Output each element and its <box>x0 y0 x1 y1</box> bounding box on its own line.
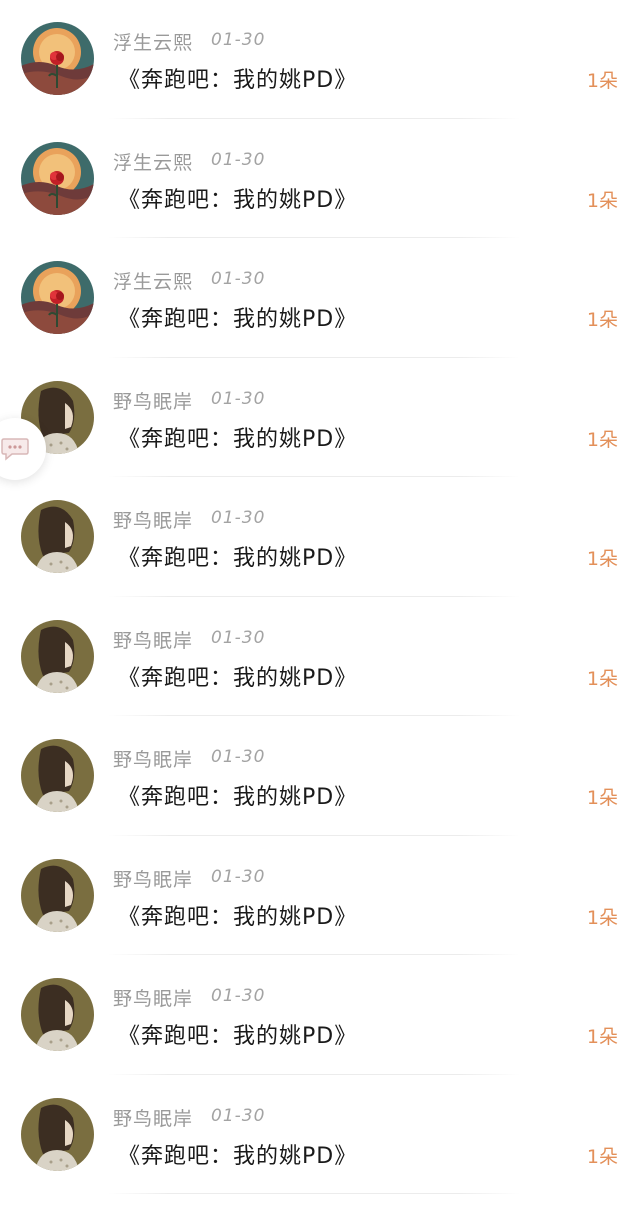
rose-moon-icon <box>21 261 94 334</box>
chat-bubble-icon <box>1 438 29 461</box>
divider <box>108 954 520 955</box>
list-item[interactable]: 野鸟眠岸 01-30 《奔跑吧：我的姚PD》 1朵 <box>0 359 640 479</box>
timestamp: 01-30 <box>211 1105 266 1126</box>
flower-count: 1朵 <box>586 1026 618 1048</box>
girl-profile-icon <box>21 739 94 812</box>
girl-profile-icon <box>21 619 94 693</box>
timestamp: 01-30 <box>211 627 266 648</box>
girl-profile-icon <box>21 858 94 932</box>
timestamp: 01-30 <box>211 269 266 289</box>
list-item[interactable]: 野鸟眠岸 01-30 《奔跑吧：我的姚PD》 1朵 <box>0 956 640 1076</box>
avatar[interactable] <box>21 22 94 95</box>
avatar[interactable] <box>21 1097 94 1171</box>
divider <box>108 715 520 716</box>
divider <box>108 1193 520 1194</box>
username[interactable]: 野鸟眠岸 <box>113 1104 193 1131</box>
username[interactable]: 浮生云熙 <box>113 267 193 294</box>
girl-profile-icon <box>21 1097 94 1171</box>
comment-text: 《奔跑吧：我的姚PD》 <box>118 187 358 213</box>
username[interactable]: 野鸟眠岸 <box>113 984 193 1011</box>
list-item[interactable]: 浮生云熙 01-30 《奔跑吧：我的姚PD》 1朵 <box>0 239 640 359</box>
list-item[interactable]: 野鸟眠岸 01-30 《奔跑吧：我的姚PD》 1朵 <box>0 717 640 837</box>
comment-text: 《奔跑吧：我的姚PD》 <box>118 1143 358 1169</box>
comment-text: 《奔跑吧：我的姚PD》 <box>118 307 358 332</box>
comment-text: 《奔跑吧：我的姚PD》 <box>118 785 358 810</box>
username[interactable]: 野鸟眠岸 <box>113 387 193 414</box>
list-item[interactable]: 野鸟眠岸 01-30 《奔跑吧：我的姚PD》 1朵 <box>0 598 640 718</box>
comment-list: 浮生云熙 01-30 《奔跑吧：我的姚PD》 1朵 浮生云熙 01-30 《奔跑… <box>0 0 640 1195</box>
comment-text: 《奔跑吧：我的姚PD》 <box>118 1024 358 1049</box>
comment-text: 《奔跑吧：我的姚PD》 <box>118 68 358 93</box>
avatar[interactable] <box>21 858 94 932</box>
divider <box>108 476 520 477</box>
comment-text: 《奔跑吧：我的姚PD》 <box>118 904 358 930</box>
flower-count: 1朵 <box>586 787 618 809</box>
timestamp: 01-30 <box>211 747 266 767</box>
divider <box>108 1073 520 1075</box>
girl-profile-icon <box>21 500 94 573</box>
divider <box>108 117 520 119</box>
flower-count: 1朵 <box>586 1145 618 1168</box>
divider <box>108 237 520 238</box>
divider <box>108 595 520 597</box>
username[interactable]: 野鸟眠岸 <box>113 506 193 533</box>
rose-moon-icon <box>21 22 94 95</box>
username[interactable]: 浮生云熙 <box>113 148 193 175</box>
username[interactable]: 野鸟眠岸 <box>113 865 193 892</box>
divider <box>108 834 520 836</box>
flower-count: 1朵 <box>586 667 618 690</box>
timestamp: 01-30 <box>211 388 266 409</box>
comment-text: 《奔跑吧：我的姚PD》 <box>118 665 358 691</box>
list-item[interactable]: 野鸟眠岸 01-30 《奔跑吧：我的姚PD》 1朵 <box>0 1076 640 1196</box>
timestamp: 01-30 <box>211 30 266 50</box>
username[interactable]: 浮生云熙 <box>113 28 193 55</box>
list-item[interactable]: 浮生云熙 01-30 《奔跑吧：我的姚PD》 1朵 <box>0 120 640 240</box>
avatar[interactable] <box>21 141 94 215</box>
comment-text: 《奔跑吧：我的姚PD》 <box>118 546 358 571</box>
avatar[interactable] <box>21 739 94 812</box>
girl-profile-icon <box>21 978 94 1051</box>
flower-count: 1朵 <box>586 548 618 570</box>
username[interactable]: 野鸟眠岸 <box>113 745 193 772</box>
rose-moon-icon <box>21 141 94 215</box>
divider <box>108 356 520 358</box>
flower-count: 1朵 <box>586 70 618 92</box>
avatar[interactable] <box>21 978 94 1051</box>
avatar[interactable] <box>21 261 94 334</box>
flower-count: 1朵 <box>586 309 618 331</box>
timestamp: 01-30 <box>211 986 266 1006</box>
flower-count: 1朵 <box>586 189 618 212</box>
flower-count: 1朵 <box>586 428 618 451</box>
timestamp: 01-30 <box>211 508 266 528</box>
comment-text: 《奔跑吧：我的姚PD》 <box>118 426 358 452</box>
flower-count: 1朵 <box>586 906 618 929</box>
list-item[interactable]: 野鸟眠岸 01-30 《奔跑吧：我的姚PD》 1朵 <box>0 478 640 598</box>
list-item[interactable]: 野鸟眠岸 01-30 《奔跑吧：我的姚PD》 1朵 <box>0 837 640 957</box>
username[interactable]: 野鸟眠岸 <box>113 626 193 653</box>
timestamp: 01-30 <box>211 866 266 887</box>
timestamp: 01-30 <box>211 149 266 170</box>
list-item[interactable]: 浮生云熙 01-30 《奔跑吧：我的姚PD》 1朵 <box>0 0 640 120</box>
avatar[interactable] <box>21 619 94 693</box>
avatar[interactable] <box>21 500 94 573</box>
